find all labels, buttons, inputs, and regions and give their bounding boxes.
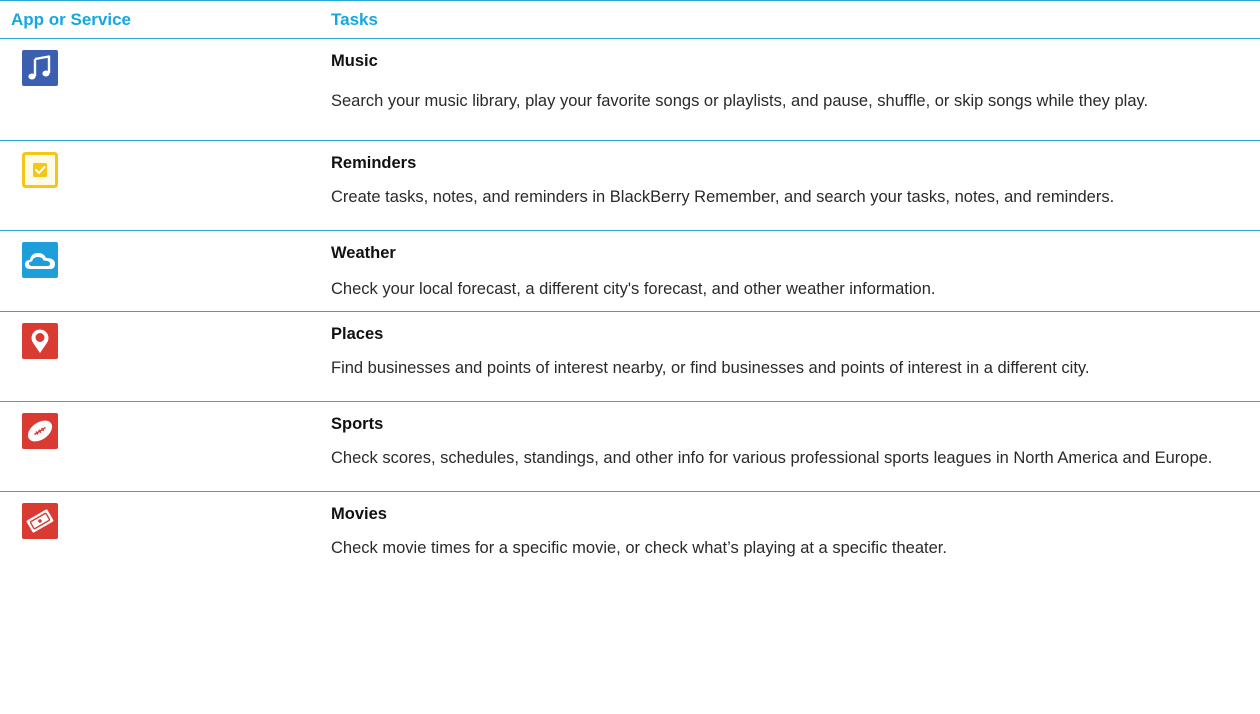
table-row: Music Search your music library, play yo… — [0, 39, 1260, 141]
apps-tasks-table: App or Service Tasks Music Search your m… — [0, 0, 1260, 580]
row-description: Check your local forecast, a different c… — [331, 280, 936, 298]
table-row: Weather Check your local forecast, a dif… — [0, 231, 1260, 312]
weather-cloud-icon — [22, 242, 58, 278]
row-description: Check scores, schedules, standings, and … — [331, 449, 1213, 467]
table-row: Places Find businesses and points of int… — [0, 312, 1260, 402]
row-title: Weather — [331, 244, 396, 262]
row-title: Movies — [331, 505, 387, 523]
music-note-icon — [22, 50, 58, 86]
row-title: Places — [331, 325, 384, 343]
row-title: Reminders — [331, 154, 417, 172]
row-description: Check movie times for a specific movie, … — [331, 539, 947, 557]
table-row: Reminders Create tasks, notes, and remin… — [0, 141, 1260, 231]
row-description: Create tasks, notes, and reminders in Bl… — [331, 188, 1115, 206]
map-pin-icon — [22, 323, 58, 359]
table-header: App or Service Tasks — [0, 0, 1260, 39]
row-title: Music — [331, 52, 378, 70]
row-title: Sports — [331, 415, 384, 433]
header-app-or-service: App or Service — [11, 10, 131, 29]
table-row: Sports Check scores, schedules, standing… — [0, 402, 1260, 492]
reminders-checkbox-icon — [22, 152, 58, 188]
header-tasks: Tasks — [331, 10, 378, 29]
movie-ticket-icon — [22, 503, 58, 539]
football-icon — [22, 413, 58, 449]
table-row: Movies Check movie times for a specific … — [0, 492, 1260, 580]
row-description: Search your music library, play your fav… — [331, 92, 1149, 110]
row-description: Find businesses and points of interest n… — [331, 359, 1090, 377]
